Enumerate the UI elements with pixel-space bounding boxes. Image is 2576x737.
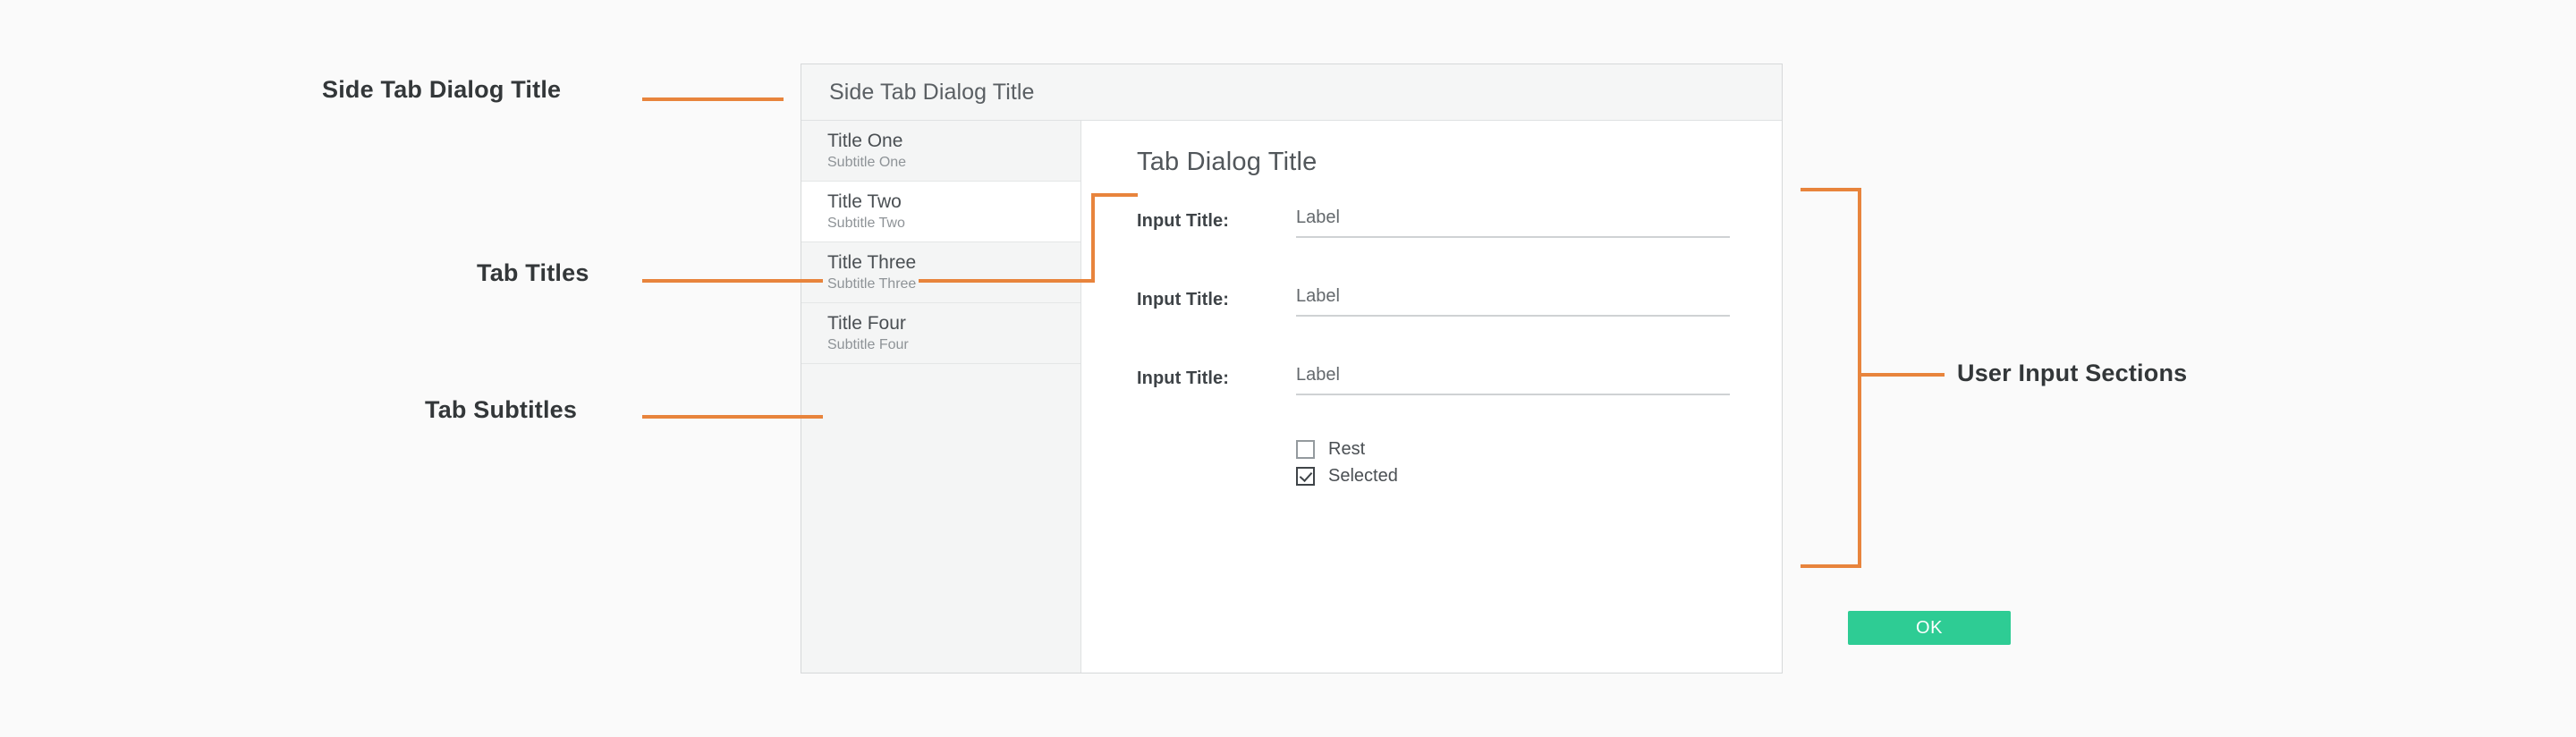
annotation-side-tab-dialog-title: Side Tab Dialog Title bbox=[322, 76, 561, 104]
annotated-spec-canvas: Side Tab Dialog Title Title One Subtitle… bbox=[0, 0, 2576, 737]
sidebar-item-title-one[interactable]: Title One Subtitle One bbox=[801, 121, 1080, 182]
input-field-1[interactable] bbox=[1296, 208, 1730, 238]
input-label: Input Title: bbox=[1137, 365, 1296, 389]
annotation-bracket-bottom-arm bbox=[1801, 564, 1861, 568]
tab-subtitle: Subtitle Four bbox=[827, 336, 1080, 354]
checkbox-label: Selected bbox=[1328, 466, 1398, 487]
input-field-2[interactable] bbox=[1296, 286, 1730, 317]
sidebar-item-title-three[interactable]: Title Three Subtitle Three bbox=[801, 242, 1080, 303]
checkbox-row-selected[interactable]: Selected bbox=[1296, 462, 1398, 489]
sidebar-empty-area bbox=[801, 364, 1080, 673]
annotation-tab-titles: Tab Titles bbox=[477, 259, 589, 287]
input-label: Input Title: bbox=[1137, 286, 1296, 310]
user-input-form: Input Title: Input Title: Input Title: bbox=[1137, 208, 1730, 444]
annotation-connector-vertical bbox=[1091, 193, 1095, 283]
dialog-body: Title One Subtitle One Title Two Subtitl… bbox=[801, 121, 1782, 673]
tab-title: Title Two bbox=[827, 191, 1080, 213]
annotation-leader-line-tab-titles bbox=[642, 279, 823, 283]
tab-dialog-title: Tab Dialog Title bbox=[1137, 148, 1317, 177]
annotation-leader-line-tab-subtitles bbox=[642, 415, 823, 419]
form-row: Input Title: bbox=[1137, 365, 1730, 444]
annotation-bracket-top-arm bbox=[1801, 188, 1861, 191]
annotation-tab-subtitles: Tab Subtitles bbox=[425, 396, 577, 424]
checkbox-checked-icon[interactable] bbox=[1296, 467, 1315, 486]
checkbox-label: Rest bbox=[1328, 439, 1365, 460]
ok-button[interactable]: OK bbox=[1848, 611, 2011, 645]
side-tab-list: Title One Subtitle One Title Two Subtitl… bbox=[801, 121, 1081, 673]
tab-title: Title One bbox=[827, 130, 1080, 152]
input-label: Input Title: bbox=[1137, 208, 1296, 232]
annotation-connector-horizontal-upper bbox=[1091, 193, 1138, 197]
annotation-user-input-sections: User Input Sections bbox=[1957, 360, 2187, 387]
sidebar-item-title-four[interactable]: Title Four Subtitle Four bbox=[801, 303, 1080, 364]
form-row: Input Title: bbox=[1137, 208, 1730, 286]
annotation-connector-horizontal-lower bbox=[919, 279, 1095, 283]
tab-title: Title Three bbox=[827, 251, 1080, 274]
tab-subtitle: Subtitle One bbox=[827, 154, 1080, 172]
input-field-wrapper bbox=[1296, 365, 1730, 395]
tab-title: Title Four bbox=[827, 312, 1080, 335]
tab-content-pane: Tab Dialog Title Input Title: Input Titl… bbox=[1081, 121, 1782, 673]
form-row: Input Title: bbox=[1137, 286, 1730, 365]
annotation-leader-line-side-tab-dialog-title bbox=[642, 97, 784, 101]
input-field-wrapper bbox=[1296, 286, 1730, 317]
checkbox-row-rest[interactable]: Rest bbox=[1296, 436, 1398, 462]
annotation-bracket-spine bbox=[1858, 188, 1861, 568]
side-tab-dialog: Side Tab Dialog Title Title One Subtitle… bbox=[801, 64, 1783, 673]
dialog-header-title: Side Tab Dialog Title bbox=[829, 80, 1035, 106]
tab-subtitle: Subtitle Three bbox=[827, 275, 1080, 293]
tab-subtitle: Subtitle Two bbox=[827, 215, 1080, 233]
input-field-3[interactable] bbox=[1296, 365, 1730, 395]
input-field-wrapper bbox=[1296, 208, 1730, 238]
checkbox-unchecked-icon[interactable] bbox=[1296, 440, 1315, 459]
checkbox-group: Rest Selected bbox=[1296, 436, 1398, 489]
annotation-bracket-stub bbox=[1858, 373, 1945, 377]
dialog-header: Side Tab Dialog Title bbox=[801, 64, 1782, 121]
sidebar-item-title-two[interactable]: Title Two Subtitle Two bbox=[801, 182, 1080, 242]
